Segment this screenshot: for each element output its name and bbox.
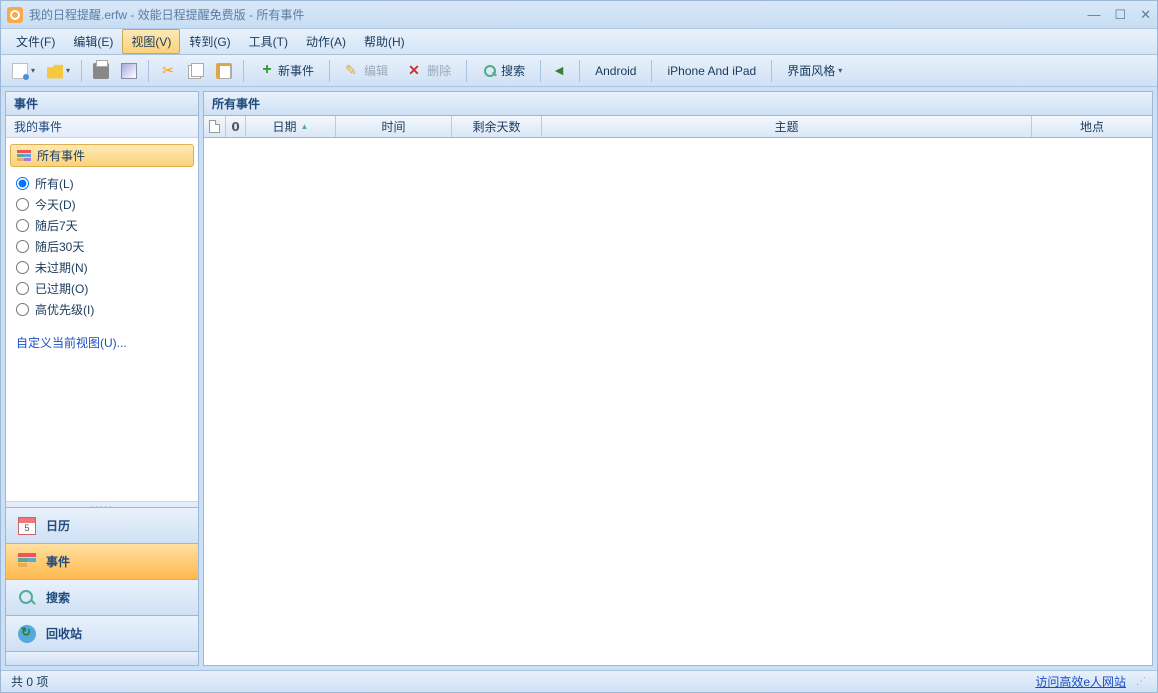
tb-print[interactable] — [88, 59, 114, 83]
tree-all-events-label: 所有事件 — [37, 147, 85, 164]
col-attach-icon[interactable]: 𝟬 — [226, 116, 246, 137]
tb-copy[interactable] — [183, 59, 209, 83]
minimize-button[interactable]: — — [1087, 8, 1100, 21]
plus-icon — [259, 63, 275, 79]
copy-icon — [188, 63, 204, 79]
filter-high-priority[interactable]: 高优先级(I) — [16, 299, 188, 320]
grid-header: 𝟬 日期▲ 时间 剩余天数 主题 地点 — [204, 116, 1152, 138]
tb-delete[interactable]: 删除 — [399, 59, 460, 83]
status-count: 共 0 项 — [11, 673, 48, 690]
filter-all[interactable]: 所有(L) — [16, 173, 188, 194]
col-days-left[interactable]: 剩余天数 — [452, 116, 542, 137]
sidebar-tree: 所有事件 所有(L) 今天(D) 随后7天 随后30天 未过期(N) 已过期(O… — [6, 138, 198, 501]
search-icon — [482, 63, 498, 79]
tb-cut[interactable] — [155, 59, 181, 83]
doc-icon — [209, 120, 220, 133]
col-date[interactable]: 日期▲ — [246, 116, 336, 137]
events-icon — [18, 553, 36, 571]
sort-asc-icon: ▲ — [301, 122, 309, 131]
col-place[interactable]: 地点 — [1032, 116, 1152, 137]
menu-help[interactable]: 帮助(H) — [355, 29, 414, 54]
tb-paste[interactable] — [211, 59, 237, 83]
nav-recycle[interactable]: 回收站 — [6, 615, 198, 651]
recycle-icon — [18, 625, 36, 643]
close-button[interactable]: ✕ — [1140, 8, 1151, 21]
content-area: 事件 我的事件 所有事件 所有(L) 今天(D) 随后7天 随后30天 未过期(… — [1, 87, 1157, 670]
col-time[interactable]: 时间 — [336, 116, 452, 137]
filter-next30[interactable]: 随后30天 — [16, 236, 188, 257]
filter-list: 所有(L) 今天(D) 随后7天 随后30天 未过期(N) 已过期(O) 高优先… — [6, 169, 198, 324]
events-grid-icon — [17, 150, 31, 162]
menu-tools[interactable]: 工具(T) — [240, 29, 297, 54]
new-doc-icon — [12, 63, 28, 79]
tb-skin[interactable]: 界面风格▾ — [778, 59, 851, 83]
print-icon — [93, 63, 109, 79]
menu-edit[interactable]: 编辑(E) — [64, 29, 122, 54]
nav-search[interactable]: 搜索 — [6, 579, 198, 615]
filter-next7[interactable]: 随后7天 — [16, 215, 188, 236]
app-icon — [7, 7, 23, 23]
back-icon — [552, 63, 568, 79]
filter-not-overdue[interactable]: 未过期(N) — [16, 257, 188, 278]
nav-events[interactable]: 事件 — [6, 543, 198, 579]
nav-search-label: 搜索 — [46, 589, 70, 606]
customize-view-link[interactable]: 自定义当前视图(U)... — [6, 324, 198, 361]
nav-recycle-label: 回收站 — [46, 625, 82, 642]
tb-android[interactable]: Android — [586, 59, 645, 83]
tb-search[interactable]: 搜索 — [473, 59, 534, 83]
menu-action[interactable]: 动作(A) — [297, 29, 355, 54]
menu-file[interactable]: 文件(F) — [7, 29, 64, 54]
menubar: 文件(F) 编辑(E) 视图(V) 转到(G) 工具(T) 动作(A) 帮助(H… — [1, 29, 1157, 55]
tb-edit[interactable]: 编辑 — [336, 59, 397, 83]
tb-iphone[interactable]: iPhone And iPad — [658, 59, 765, 83]
paste-icon — [216, 63, 232, 79]
delete-icon — [408, 63, 424, 79]
grid-body[interactable] — [204, 138, 1152, 665]
main-header: 所有事件 — [204, 92, 1152, 116]
nav-buttons: 日历 事件 搜索 回收站 — [6, 507, 198, 651]
window-controls: — ☐ ✕ — [1087, 8, 1151, 21]
nav-footer — [6, 651, 198, 665]
nav-calendar-label: 日历 — [46, 517, 70, 534]
main-panel: 所有事件 𝟬 日期▲ 时间 剩余天数 主题 地点 — [203, 91, 1153, 666]
tb-new[interactable]: ▾ — [7, 59, 40, 83]
tb-back[interactable] — [547, 59, 573, 83]
col-type-icon[interactable] — [204, 116, 226, 137]
nav-calendar[interactable]: 日历 — [6, 507, 198, 543]
nav-events-label: 事件 — [46, 553, 70, 570]
calendar-icon — [18, 517, 36, 535]
menu-view[interactable]: 视图(V) — [122, 29, 180, 54]
folder-open-icon — [47, 63, 63, 79]
menu-goto[interactable]: 转到(G) — [180, 29, 239, 54]
status-link[interactable]: 访问高效e人网站 — [1035, 673, 1126, 690]
tb-preview[interactable] — [116, 59, 142, 83]
titlebar: 我的日程提醒.erfw - 效能日程提醒免费版 - 所有事件 — ☐ ✕ — [1, 1, 1157, 29]
resize-grip[interactable]: ⋰ — [1136, 676, 1147, 687]
tb-open[interactable]: ▾ — [42, 59, 75, 83]
window-title: 我的日程提醒.erfw - 效能日程提醒免费版 - 所有事件 — [29, 6, 1087, 23]
tb-new-event[interactable]: 新事件 — [250, 59, 323, 83]
toolbar: ▾ ▾ 新事件 编辑 删除 搜索 Android iPhone And iPad… — [1, 55, 1157, 87]
filter-today[interactable]: 今天(D) — [16, 194, 188, 215]
sidebar: 事件 我的事件 所有事件 所有(L) 今天(D) 随后7天 随后30天 未过期(… — [5, 91, 199, 666]
tree-all-events[interactable]: 所有事件 — [10, 144, 194, 167]
cut-icon — [160, 63, 176, 79]
preview-icon — [121, 63, 137, 79]
sidebar-subheader-myevents[interactable]: 我的事件 — [6, 116, 198, 138]
search-nav-icon — [18, 589, 36, 607]
filter-overdue[interactable]: 已过期(O) — [16, 278, 188, 299]
statusbar: 共 0 项 访问高效e人网站 ⋰ — [1, 670, 1157, 692]
sidebar-header-events: 事件 — [6, 92, 198, 116]
attachment-icon: 𝟬 — [231, 120, 239, 134]
col-subject[interactable]: 主题 — [542, 116, 1032, 137]
edit-icon — [345, 63, 361, 79]
maximize-button[interactable]: ☐ — [1114, 8, 1126, 21]
